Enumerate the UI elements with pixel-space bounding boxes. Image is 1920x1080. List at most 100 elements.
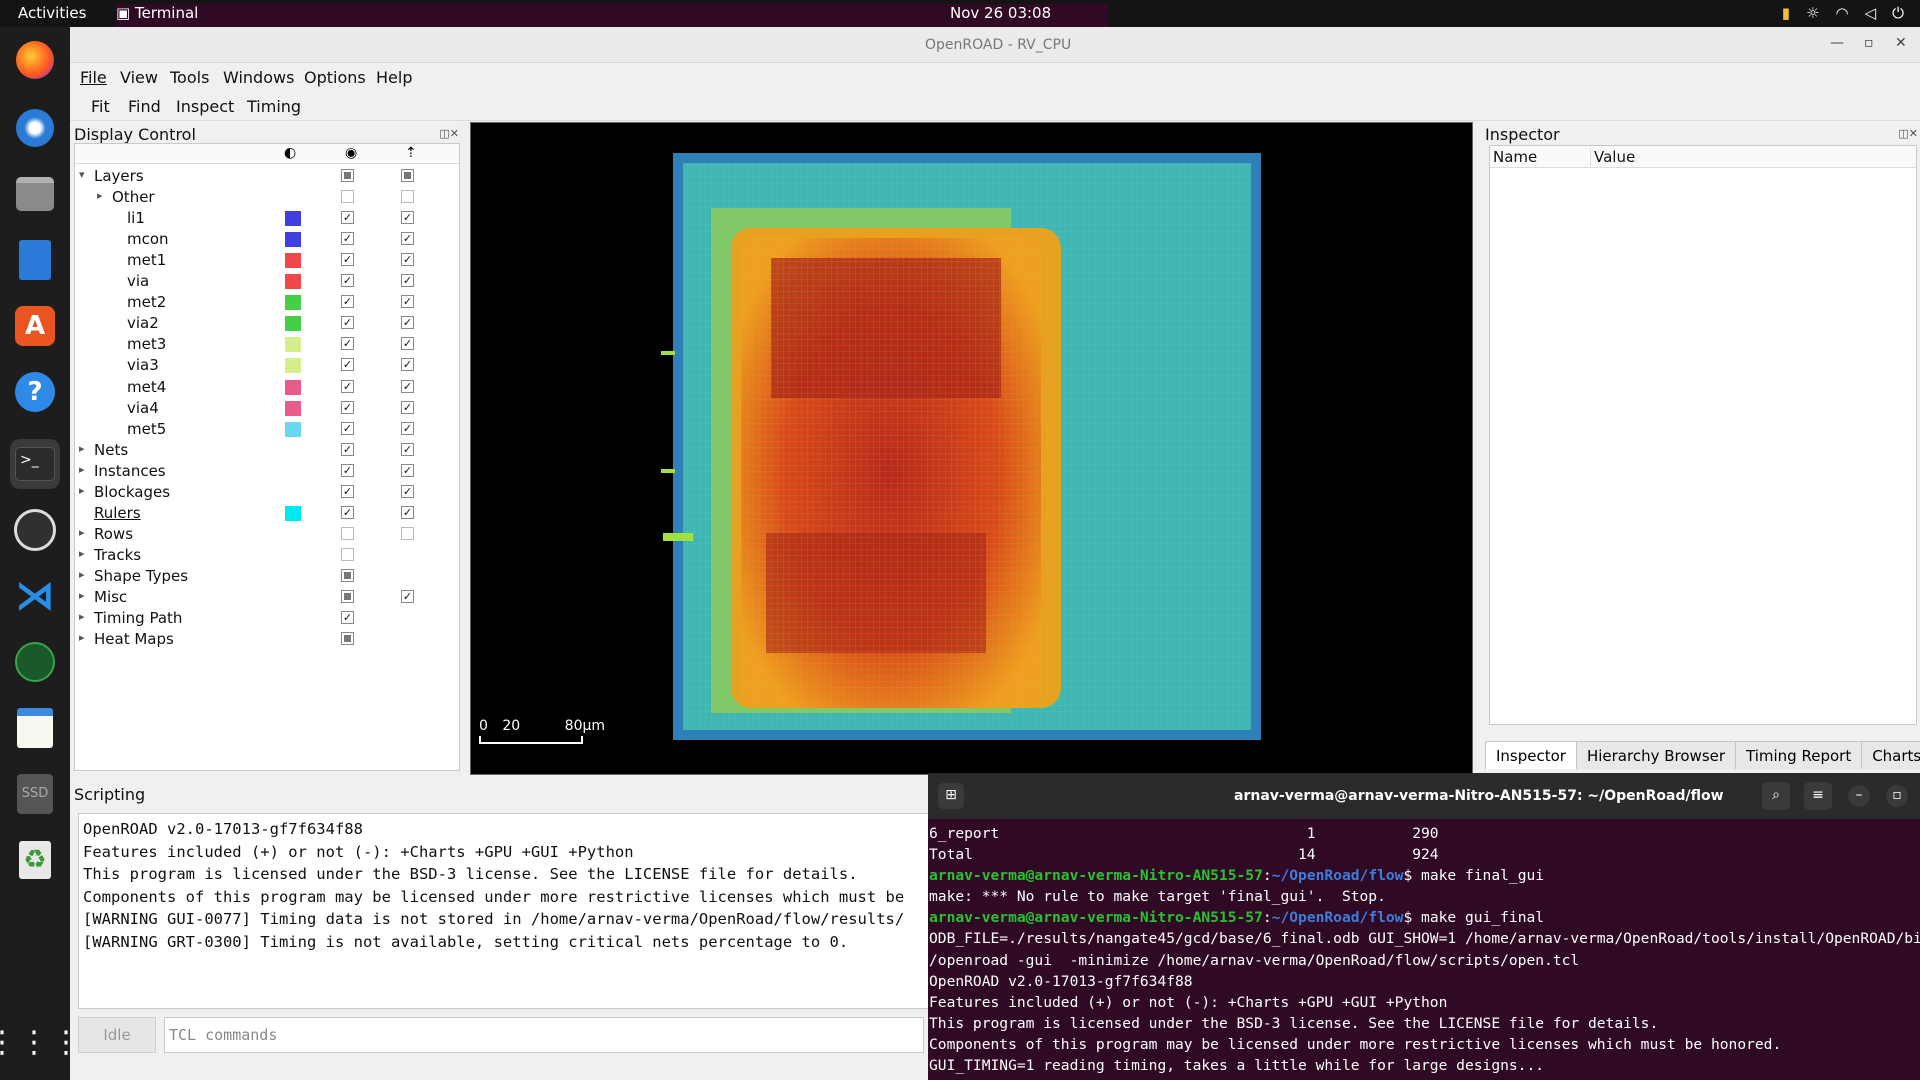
selectable-checkbox[interactable]: [401, 526, 414, 540]
tree-row-via2[interactable]: via2 ✓ ✓: [75, 313, 459, 334]
tab-hierarchy-browser[interactable]: Hierarchy Browser: [1575, 741, 1737, 769]
tree-row-rows[interactable]: ▸ Rows: [75, 524, 459, 545]
tree-row-via4[interactable]: via4 ✓ ✓: [75, 398, 459, 419]
fit-button[interactable]: Fit: [91, 97, 110, 116]
layer-color-swatch[interactable]: [285, 274, 301, 290]
search-icon[interactable]: ⌕: [1762, 782, 1790, 810]
tree-row-shape-types[interactable]: ▸ Shape Types: [75, 566, 459, 587]
menu-view[interactable]: View: [120, 68, 158, 87]
expand-arrow-icon[interactable]: ▸: [79, 484, 85, 497]
menu-help[interactable]: Help: [376, 68, 412, 87]
visible-checkbox[interactable]: [341, 526, 354, 540]
timing-button[interactable]: Timing: [247, 97, 301, 116]
tree-row-timing-path[interactable]: ▸ Timing Path ✓: [75, 608, 459, 629]
selectable-checkbox[interactable]: [401, 169, 414, 182]
menu-windows[interactable]: Windows: [223, 68, 294, 87]
selectable-checkbox[interactable]: ✓: [401, 484, 414, 498]
inspect-button[interactable]: Inspect: [176, 97, 234, 116]
tree-row-misc[interactable]: ▸ Misc ✓: [75, 587, 459, 608]
tab-charts[interactable]: Charts: [1861, 741, 1920, 769]
writer-icon[interactable]: [10, 235, 60, 285]
tree-row-met2[interactable]: met2 ✓ ✓: [75, 292, 459, 313]
layer-color-swatch[interactable]: [285, 295, 301, 311]
dock-close-icon[interactable]: ◫✕: [439, 127, 459, 140]
power-icon[interactable]: ⏻: [1892, 4, 1904, 22]
tree-row-li1[interactable]: li1 ✓ ✓: [75, 208, 459, 229]
tree-row-via[interactable]: via ✓ ✓: [75, 271, 459, 292]
selectable-checkbox[interactable]: ✓: [401, 253, 414, 267]
selectable-checkbox[interactable]: ✓: [401, 379, 414, 393]
collapse-arrow-icon[interactable]: ▾: [79, 168, 85, 181]
maximize-icon[interactable]: ▫: [1886, 785, 1908, 807]
visible-checkbox[interactable]: ✓: [341, 358, 354, 372]
tree-row-rulers[interactable]: Rulers ✓ ✓: [75, 503, 459, 524]
window-titlebar[interactable]: OpenROAD - RV_CPU — ▫ ✕: [70, 27, 1920, 63]
visible-checkbox[interactable]: [341, 632, 354, 646]
brightness-icon[interactable]: ☼: [1806, 4, 1819, 22]
visible-checkbox[interactable]: ✓: [341, 211, 354, 225]
layer-color-swatch[interactable]: [285, 211, 301, 227]
selectable-checkbox[interactable]: ✓: [401, 463, 414, 477]
visible-checkbox[interactable]: ✓: [341, 337, 354, 351]
expand-arrow-icon[interactable]: ▸: [79, 463, 85, 476]
menu-tools[interactable]: Tools: [170, 68, 209, 87]
help-icon[interactable]: ?: [10, 367, 60, 417]
tree-row-other[interactable]: ▸ Other: [75, 187, 459, 208]
tree-row-tracks[interactable]: ▸ Tracks: [75, 545, 459, 566]
tab-timing-report[interactable]: Timing Report: [1735, 741, 1863, 769]
hamburger-menu-icon[interactable]: ≡: [1804, 782, 1832, 810]
layer-color-swatch[interactable]: [285, 379, 301, 395]
trash-icon[interactable]: ♻: [10, 835, 60, 885]
firefox-icon[interactable]: [10, 35, 60, 85]
tcl-command-input[interactable]: TCL commands: [164, 1017, 924, 1053]
tree-row-met4[interactable]: met4 ✓ ✓: [75, 377, 459, 398]
visible-checkbox[interactable]: [341, 547, 354, 561]
visible-checkbox[interactable]: ✓: [341, 442, 354, 456]
tree-row-blockages[interactable]: ▸ Blockages ✓ ✓: [75, 482, 459, 503]
layer-color-swatch[interactable]: [285, 400, 301, 416]
selectable-checkbox[interactable]: ✓: [401, 337, 414, 351]
find-button[interactable]: Find: [128, 97, 161, 116]
visible-checkbox[interactable]: ✓: [341, 232, 354, 246]
tree-row-nets[interactable]: ▸ Nets ✓ ✓: [75, 440, 459, 461]
visible-checkbox[interactable]: ✓: [341, 611, 354, 625]
scripting-output[interactable]: OpenROAD v2.0-17013-gf7f634f88 Features i…: [78, 813, 930, 1009]
app-green-icon[interactable]: [10, 637, 60, 687]
selectable-checkbox[interactable]: ✓: [401, 400, 414, 414]
clock[interactable]: Nov 26 03:08: [950, 4, 1051, 22]
maximize-icon[interactable]: ▫: [1864, 35, 1874, 51]
dock-close-icon[interactable]: ◫✕: [1898, 127, 1918, 140]
visible-checkbox[interactable]: ✓: [341, 316, 354, 330]
tree-row-met1[interactable]: met1 ✓ ✓: [75, 250, 459, 271]
tab-inspector[interactable]: Inspector: [1485, 741, 1577, 769]
expand-arrow-icon[interactable]: ▸: [79, 442, 85, 455]
system-tray[interactable]: ▮ ☼ ◠ ◁ ⏻: [1782, 4, 1904, 22]
text-editor-icon[interactable]: [10, 703, 60, 753]
selectable-checkbox[interactable]: ✓: [401, 442, 414, 456]
visible-checkbox[interactable]: ✓: [341, 274, 354, 288]
ssd-drive-icon[interactable]: SSD: [10, 769, 60, 819]
tree-row-heat-maps[interactable]: ▸ Heat Maps: [75, 629, 459, 650]
tree-row-via3[interactable]: via3 ✓ ✓: [75, 355, 459, 376]
visible-checkbox[interactable]: [341, 190, 354, 204]
visible-checkbox[interactable]: ✓: [341, 484, 354, 498]
idle-button[interactable]: Idle: [78, 1017, 156, 1053]
layer-color-swatch[interactable]: [285, 358, 301, 374]
visible-checkbox[interactable]: [341, 590, 354, 603]
tree-row-instances[interactable]: ▸ Instances ✓ ✓: [75, 461, 459, 482]
show-apps-icon[interactable]: ⋮⋮⋮: [0, 1017, 81, 1067]
close-icon[interactable]: ✕: [1895, 35, 1907, 51]
terminal-output[interactable]: 6_report 1 290 Total 14 924 arnav-verma@ar…: [928, 819, 1920, 1080]
activities-button[interactable]: Activities: [18, 4, 86, 22]
expand-arrow-icon[interactable]: ▸: [79, 610, 85, 623]
minimize-icon[interactable]: –: [1848, 785, 1870, 807]
selectable-checkbox[interactable]: ✓: [401, 590, 414, 603]
visible-checkbox[interactable]: ✓: [341, 505, 354, 519]
visible-checkbox[interactable]: ✓: [341, 400, 354, 414]
selectable-checkbox[interactable]: ✓: [401, 316, 414, 330]
selectable-checkbox[interactable]: ✓: [401, 505, 414, 519]
visible-checkbox[interactable]: ✓: [341, 463, 354, 477]
menu-options[interactable]: Options: [304, 68, 366, 87]
layer-color-swatch[interactable]: [285, 253, 301, 269]
inspector-table[interactable]: Name Value: [1489, 145, 1917, 725]
